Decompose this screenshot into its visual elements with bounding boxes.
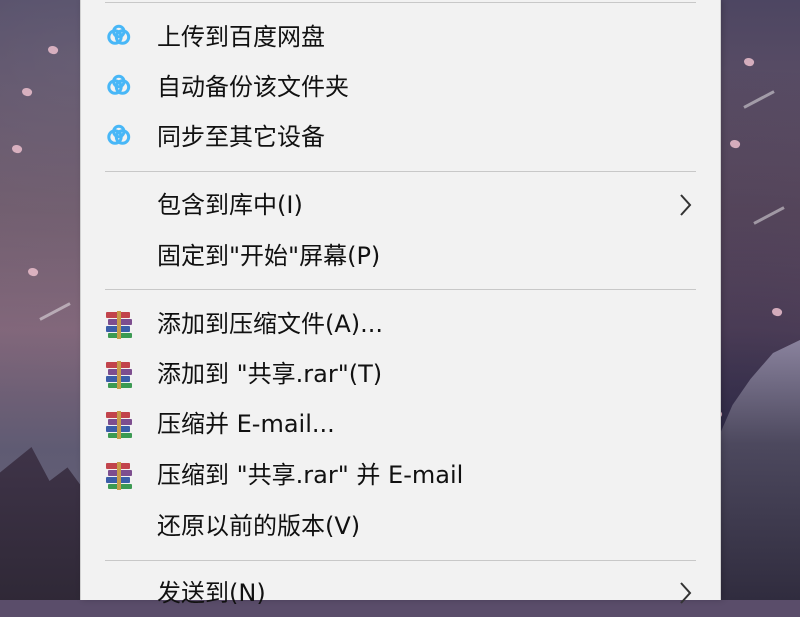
winrar-books-icon: [106, 311, 132, 339]
menu-separator: [105, 171, 696, 172]
menu-item-label: 固定到"开始"屏幕(P): [157, 242, 381, 270]
wallpaper-petal: [728, 138, 742, 150]
wallpaper-petal: [20, 86, 34, 98]
winrar-books-icon: [106, 411, 132, 439]
menu-item-label: 添加到 "共享.rar"(T): [157, 360, 383, 388]
wallpaper-petal: [46, 44, 60, 56]
menu-item-compress-email[interactable]: 压缩并 E-mail...: [81, 400, 720, 448]
menu-item-restore-versions[interactable]: 还原以前的版本(V): [81, 502, 720, 550]
menu-item-add-archive[interactable]: 添加到压缩文件(A)...: [81, 300, 720, 348]
wallpaper-petal: [770, 306, 784, 318]
wallpaper-mountain-right: [710, 340, 800, 600]
menu-item-sync-devices[interactable]: 同步至其它设备: [81, 113, 720, 161]
menu-item-add-share-rar[interactable]: 添加到 "共享.rar"(T): [81, 350, 720, 398]
menu-item-upload-baidu[interactable]: 上传到百度网盘: [81, 13, 720, 61]
menu-item-auto-backup[interactable]: 自动备份该文件夹: [81, 63, 720, 111]
wallpaper-petal: [10, 143, 24, 155]
winrar-books-icon: [106, 361, 132, 389]
baidu-netdisk-icon: [107, 24, 131, 45]
wallpaper-streak: [753, 206, 785, 225]
chevron-right-icon: [680, 582, 692, 604]
menu-item-compress-share-email[interactable]: 压缩到 "共享.rar" 并 E-mail: [81, 451, 720, 499]
baidu-netdisk-icon: [107, 124, 131, 145]
menu-item-label: 添加到压缩文件(A)...: [157, 310, 384, 338]
menu-item-label: 上传到百度网盘: [157, 23, 325, 51]
wallpaper-petal: [742, 56, 756, 68]
context-menu: 上传到百度网盘 自动备份该文件夹 同步至其它设备 包含到库中(I) 固定到"开始…: [80, 0, 721, 606]
menu-separator: [105, 2, 696, 3]
baidu-netdisk-icon: [107, 74, 131, 95]
menu-separator: [105, 289, 696, 290]
menu-item-label: 压缩到 "共享.rar" 并 E-mail: [157, 461, 464, 489]
menu-item-pin-start[interactable]: 固定到"开始"屏幕(P): [81, 232, 720, 280]
menu-item-label: 包含到库中(I): [157, 191, 303, 219]
menu-item-label: 还原以前的版本(V): [157, 512, 361, 540]
menu-separator: [105, 560, 696, 561]
wallpaper-streak: [39, 302, 71, 321]
menu-item-include-library[interactable]: 包含到库中(I): [81, 181, 720, 229]
menu-item-label: 发送到(N): [157, 579, 266, 607]
wallpaper-streak: [743, 90, 775, 109]
menu-item-label: 自动备份该文件夹: [157, 73, 349, 101]
menu-item-label: 同步至其它设备: [157, 123, 325, 151]
menu-item-send-to[interactable]: 发送到(N): [81, 569, 720, 617]
menu-item-label: 压缩并 E-mail...: [157, 410, 335, 438]
wallpaper-petal: [26, 266, 40, 278]
winrar-books-icon: [106, 462, 132, 490]
chevron-right-icon: [680, 194, 692, 216]
wallpaper-mountain-left: [0, 447, 90, 600]
